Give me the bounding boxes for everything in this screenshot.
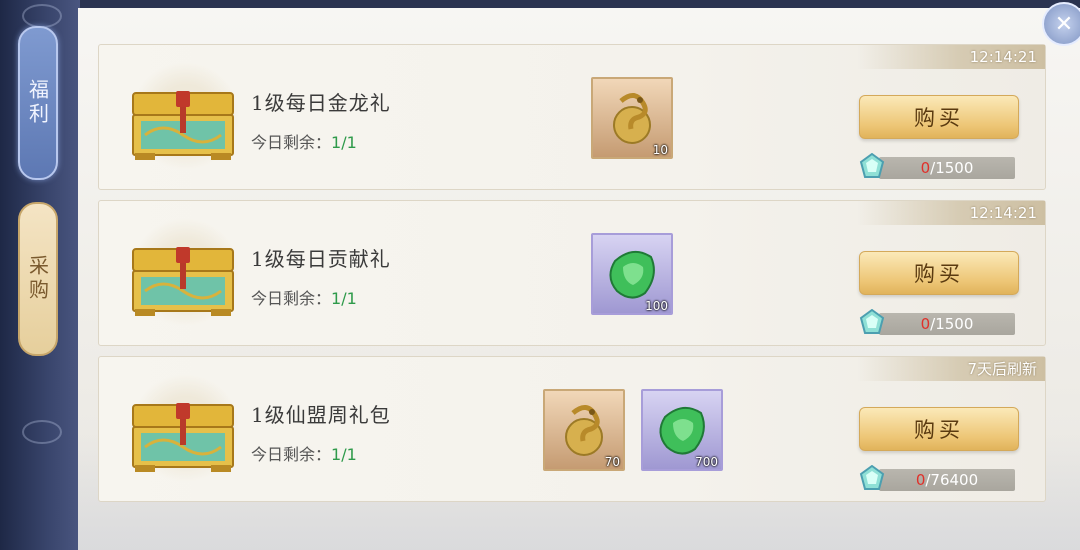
tab-welfare[interactable]: 福利 (18, 26, 58, 180)
rail-ornament-icon (22, 420, 62, 444)
reward-item[interactable]: 70 (543, 389, 625, 471)
pack-card: 7天后刷新 1级仙盟周礼包 今日剩余：1/1 70 700 购买 0/76400 (98, 356, 1046, 502)
remaining-count: 今日剩余：1/1 (251, 289, 357, 308)
remaining-count: 今日剩余：1/1 (251, 445, 357, 464)
chest-icon (129, 373, 241, 483)
cost-display: 0/1500 (859, 309, 1015, 335)
refresh-timer: 12:14:21 (857, 201, 1045, 225)
remaining-count: 今日剩余：1/1 (251, 133, 357, 152)
close-button[interactable]: ✕ (1042, 2, 1080, 46)
cost-display: 0/76400 (859, 465, 1015, 491)
tab-purchase[interactable]: 采购 (18, 202, 58, 356)
pack-card: 12:14:21 1级每日金龙礼 今日剩余：1/1 10 购买 0/1500 (98, 44, 1046, 190)
chest-icon (129, 61, 241, 171)
cost-display: 0/1500 (859, 153, 1015, 179)
cost-current: 0 (915, 471, 926, 489)
cost-total: /1500 (930, 159, 974, 177)
close-icon: ✕ (1054, 11, 1074, 37)
item-quantity: 700 (695, 455, 718, 469)
refresh-timer: 12:14:21 (857, 45, 1045, 69)
item-quantity: 70 (604, 455, 620, 469)
buy-button[interactable]: 购买 (859, 95, 1019, 139)
chest-icon (129, 217, 241, 327)
cost-total: /76400 (925, 471, 979, 489)
reward-item[interactable]: 100 (591, 233, 673, 315)
pack-title: 1级每日金龙礼 (251, 91, 391, 115)
reward-item[interactable]: 10 (591, 77, 673, 159)
pack-card: 12:14:21 1级每日贡献礼 今日剩余：1/1 100 购买 0/1500 (98, 200, 1046, 346)
cost-current: 0 (920, 315, 931, 333)
cost-total: /1500 (930, 315, 974, 333)
pack-title: 1级仙盟周礼包 (251, 403, 391, 427)
item-quantity: 10 (652, 143, 668, 157)
refresh-timer: 7天后刷新 (857, 357, 1045, 381)
buy-button[interactable]: 购买 (859, 251, 1019, 295)
side-rail: 福利 采购 (0, 0, 80, 550)
pack-title: 1级每日贡献礼 (251, 247, 391, 271)
rail-ornament-icon (22, 4, 62, 28)
cost-current: 0 (920, 159, 931, 177)
buy-button[interactable]: 购买 (859, 407, 1019, 451)
shop-panel: ✕ 12:14:21 1级每日金龙礼 今日剩余：1/1 10 购买 0/1500… (78, 2, 1080, 550)
reward-item[interactable]: 700 (641, 389, 723, 471)
item-quantity: 100 (645, 299, 668, 313)
